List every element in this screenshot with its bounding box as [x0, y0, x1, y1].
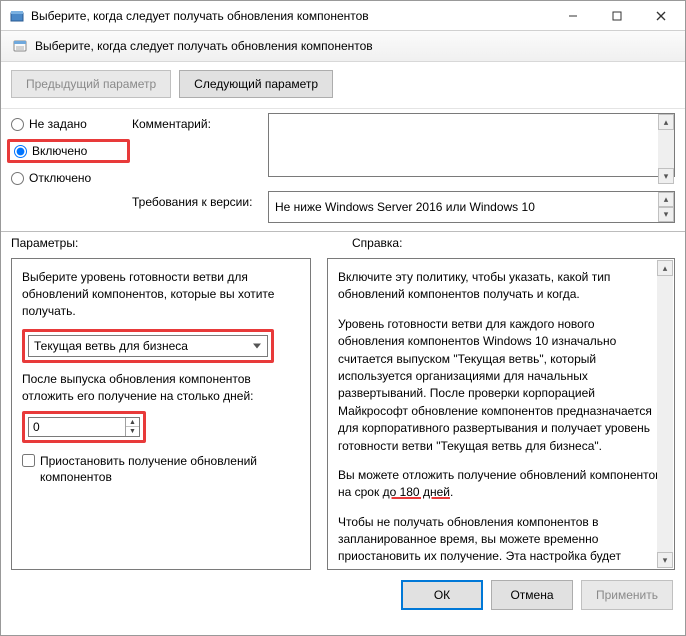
lower-section: Выберите уровень готовности ветви для об…	[1, 252, 685, 570]
footer: ОК Отмена Применить	[1, 570, 685, 620]
help-panel: Включите эту политику, чтобы указать, ка…	[327, 258, 675, 570]
maximize-button[interactable]	[595, 2, 639, 30]
radio-not-configured-label: Не задано	[29, 117, 87, 131]
radio-disabled-input[interactable]	[11, 172, 24, 185]
options-panel: Выберите уровень готовности ветви для об…	[11, 258, 311, 570]
radio-disabled[interactable]: Отключено	[11, 171, 126, 185]
window-title: Выберите, когда следует получать обновле…	[31, 9, 551, 23]
requirements-scrollbar[interactable]: ▴ ▾	[658, 192, 674, 222]
defer-label: После выпуска обновления компонентов отл…	[22, 371, 300, 405]
spin-up-icon[interactable]: ▲	[126, 418, 139, 428]
scroll-down-icon[interactable]: ▾	[658, 207, 674, 222]
header-title: Выберите, когда следует получать обновле…	[35, 39, 373, 53]
next-setting-button[interactable]: Следующий параметр	[179, 70, 333, 98]
ok-button[interactable]: ОК	[401, 580, 483, 610]
radio-enabled[interactable]: Включено	[14, 144, 123, 158]
defer-highlight: ▲ ▼	[22, 411, 146, 443]
help-p4: Чтобы не получать обновления компонентов…	[338, 514, 664, 570]
scroll-down-icon[interactable]: ▾	[657, 552, 673, 568]
comment-label: Комментарий:	[132, 113, 262, 185]
help-heading: Справка:	[334, 236, 675, 250]
help-p1: Включите эту политику, чтобы указать, ка…	[338, 269, 664, 304]
help-p2: Уровень готовности ветви для каждого нов…	[338, 316, 664, 455]
comment-scrollbar[interactable]: ▴ ▾	[658, 114, 674, 184]
requirements-field: Не ниже Windows Server 2016 или Windows …	[268, 191, 675, 223]
section-headings: Параметры: Справка:	[1, 231, 685, 252]
branch-dropdown[interactable]: Текущая ветвь для бизнеса	[28, 335, 268, 357]
window-icon	[9, 8, 25, 24]
radio-enabled-input[interactable]	[14, 145, 27, 158]
pause-checkbox[interactable]	[22, 454, 35, 467]
options-heading: Параметры:	[11, 236, 334, 250]
pause-checkbox-label: Приостановить получение обновлений компо…	[40, 453, 300, 485]
requirements-label: Требования к версии:	[132, 185, 262, 223]
minimize-button[interactable]	[551, 2, 595, 30]
nav-row: Предыдущий параметр Следующий параметр	[1, 62, 685, 109]
defer-days-spinner[interactable]: ▲ ▼	[28, 417, 140, 437]
cancel-button[interactable]: Отмена	[491, 580, 573, 610]
scroll-up-icon[interactable]: ▴	[658, 192, 674, 207]
comment-field-wrap: ▴ ▾	[268, 113, 675, 185]
close-button[interactable]	[639, 2, 683, 30]
requirements-field-wrap: Не ниже Windows Server 2016 или Windows …	[268, 191, 675, 223]
help-p3: Вы можете отложить получение обновлений …	[338, 467, 664, 502]
radio-not-configured[interactable]: Не задано	[11, 117, 126, 131]
branch-highlight: Текущая ветвь для бизнеса	[22, 329, 274, 363]
help-days-highlight: до 180 дней	[383, 485, 450, 499]
radio-enabled-label: Включено	[32, 144, 87, 158]
radio-disabled-label: Отключено	[29, 171, 91, 185]
spin-down-icon[interactable]: ▼	[126, 427, 139, 436]
radio-not-configured-input[interactable]	[11, 118, 24, 131]
help-scrollbar[interactable]: ▴ ▾	[657, 260, 673, 568]
branch-dropdown-value: Текущая ветвь для бизнеса	[34, 339, 188, 353]
titlebar: Выберите, когда следует получать обновле…	[1, 1, 685, 31]
upper-section: Не задано Включено Отключено Комментарий…	[1, 109, 685, 231]
pause-checkbox-row[interactable]: Приостановить получение обновлений компо…	[22, 453, 300, 485]
policy-icon	[11, 37, 29, 55]
requirements-value: Не ниже Windows Server 2016 или Windows …	[275, 200, 535, 214]
apply-button[interactable]: Применить	[581, 580, 673, 610]
scroll-up-icon[interactable]: ▴	[657, 260, 673, 276]
scroll-up-icon[interactable]: ▴	[658, 114, 674, 130]
scroll-down-icon[interactable]: ▾	[658, 168, 674, 184]
comment-textarea[interactable]	[268, 113, 675, 177]
defer-days-input[interactable]	[29, 418, 125, 436]
state-radio-group: Не задано Включено Отключено	[11, 113, 126, 185]
prev-setting-button[interactable]: Предыдущий параметр	[11, 70, 171, 98]
help-text: Включите эту политику, чтобы указать, ка…	[338, 269, 664, 570]
branch-intro-text: Выберите уровень готовности ветви для об…	[22, 269, 300, 319]
header-strip: Выберите, когда следует получать обновле…	[1, 31, 685, 62]
